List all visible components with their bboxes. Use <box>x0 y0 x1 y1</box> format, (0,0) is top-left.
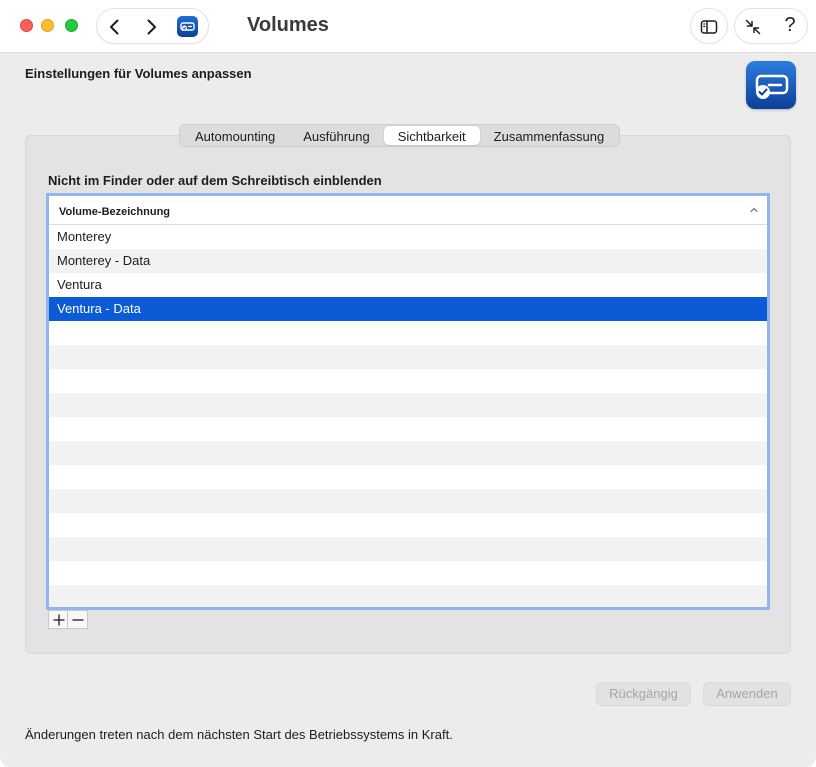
collapse-arrows-icon <box>745 19 761 35</box>
empty-row <box>49 417 767 441</box>
empty-row <box>49 321 767 345</box>
apply-button[interactable]: Anwenden <box>703 682 791 706</box>
minus-icon <box>72 619 84 621</box>
tab-ausfuehrung[interactable]: Ausführung <box>289 126 384 145</box>
back-button[interactable] <box>105 17 125 37</box>
window-title: Volumes <box>247 14 329 36</box>
add-remove-controls <box>48 610 88 629</box>
sidebar-toggle-button[interactable] <box>690 8 728 44</box>
add-volume-button[interactable] <box>48 610 68 629</box>
remove-volume-button[interactable] <box>68 610 88 629</box>
undo-button[interactable]: Rückgängig <box>596 682 691 706</box>
tab-automounting[interactable]: Automounting <box>181 126 289 145</box>
navigation-group <box>96 8 209 44</box>
chevron-left-icon <box>110 19 119 35</box>
forward-button[interactable] <box>141 17 161 37</box>
help-button[interactable]: ? <box>779 14 801 38</box>
volumes-table[interactable]: Volume-Bezeichnung Monterey Monterey - D… <box>46 193 770 610</box>
plus-icon <box>53 614 65 626</box>
maximize-window-button[interactable] <box>65 19 78 32</box>
empty-row <box>49 561 767 585</box>
table-rows: Monterey Monterey - Data Ventura Ventura… <box>49 225 767 607</box>
tab-bar: Automounting Ausführung Sichtbarkeit Zus… <box>179 124 621 147</box>
column-header-volume[interactable]: Volume-Bezeichnung <box>59 206 170 218</box>
close-window-button[interactable] <box>20 19 33 32</box>
chevron-right-icon <box>147 19 156 35</box>
empty-row <box>49 369 767 393</box>
page-heading: Einstellungen für Volumes anpassen <box>25 66 252 81</box>
empty-row <box>49 537 767 561</box>
empty-row <box>49 513 767 537</box>
minimize-window-button[interactable] <box>41 19 54 32</box>
empty-row <box>49 345 767 369</box>
tab-sichtbarkeit[interactable]: Sichtbarkeit <box>383 126 480 145</box>
collapse-button[interactable] <box>743 17 763 37</box>
table-row[interactable]: Monterey <box>49 225 767 249</box>
empty-row <box>49 489 767 513</box>
empty-row <box>49 585 767 607</box>
chevron-up-icon[interactable] <box>749 205 759 215</box>
footer-note: Änderungen treten nach dem nächsten Star… <box>25 727 453 742</box>
table-row-selected[interactable]: Ventura - Data <box>49 297 767 321</box>
table-row[interactable]: Monterey - Data <box>49 249 767 273</box>
section-label: Nicht im Finder oder auf dem Schreibtisc… <box>48 173 382 188</box>
sidebar-toggle-icon <box>700 20 718 34</box>
volume-check-icon <box>746 61 796 109</box>
toolbar-right-group: ? <box>734 8 808 44</box>
empty-row <box>49 465 767 489</box>
tab-zusammenfassung[interactable]: Zusammenfassung <box>480 126 619 145</box>
table-header[interactable]: Volume-Bezeichnung <box>49 196 767 225</box>
empty-row <box>49 441 767 465</box>
volume-drive-icon[interactable] <box>177 16 198 37</box>
titlebar: Volumes ? <box>0 0 816 53</box>
app-window: Volumes ? Einstellungen für Volumes anpa… <box>0 0 816 767</box>
table-row[interactable]: Ventura <box>49 273 767 297</box>
empty-row <box>49 393 767 417</box>
